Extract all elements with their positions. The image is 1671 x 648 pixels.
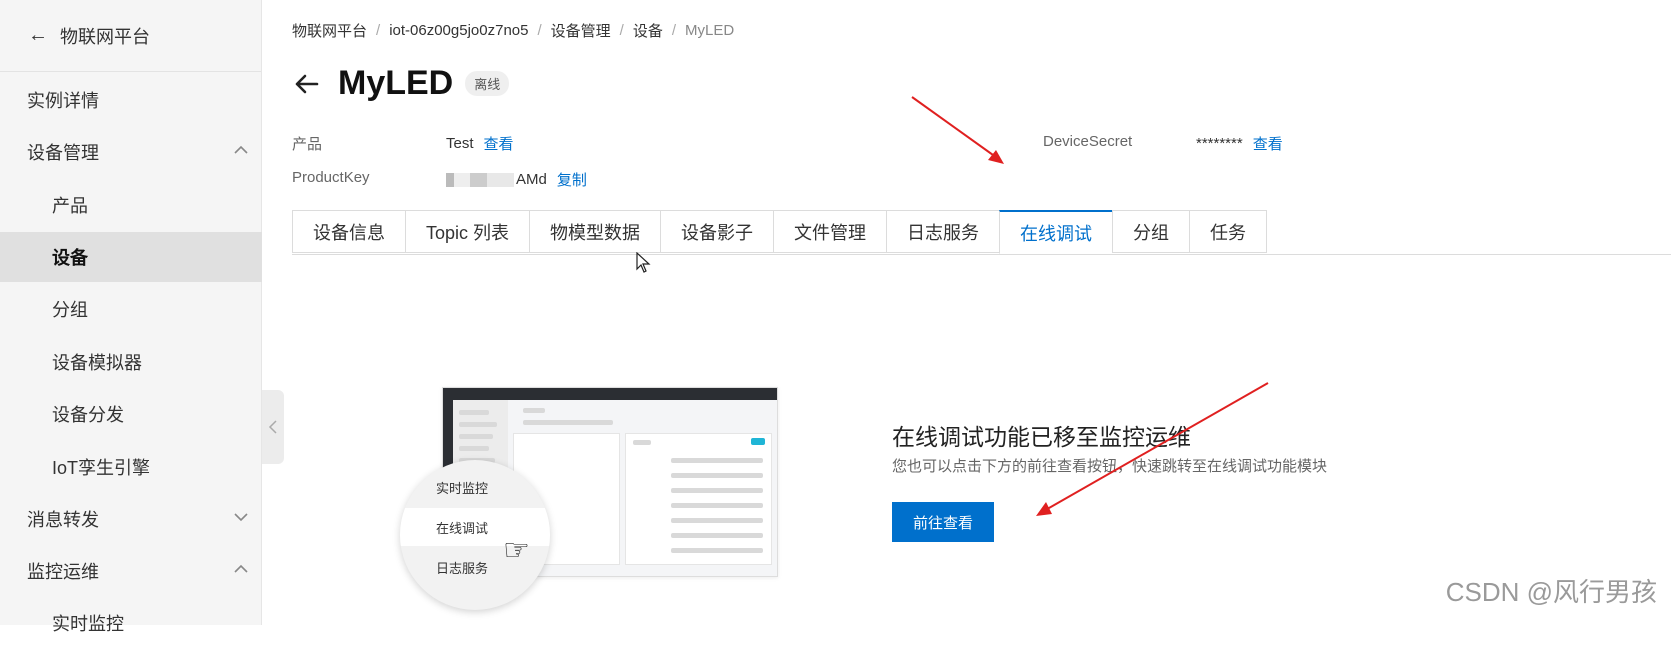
tab-online-debug[interactable]: 在线调试 [999, 210, 1113, 254]
redacted-mask [446, 172, 514, 187]
sidebar: ← 物联网平台 实例详情 设备管理 产品 设备 分组 设备模拟器 设备分发 Io… [0, 0, 262, 634]
product-value: Test [446, 135, 474, 152]
promo-subtitle: 您也可以点击下方的前往查看按钮，快速跳转至在线调试功能模块 [892, 458, 1328, 475]
tab-file-management[interactable]: 文件管理 [773, 210, 887, 253]
illustration-menu-item: 实时监控 [436, 480, 489, 496]
sidebar-item-devices[interactable]: 设备 [0, 232, 262, 282]
annotation-arrow-to-tab [911, 96, 1004, 164]
mouse-cursor-icon [636, 252, 651, 273]
tab-thing-model-data[interactable]: 物模型数据 [529, 210, 661, 253]
sidebar-item-label: 分组 [52, 300, 88, 320]
chevron-left-icon [268, 420, 277, 434]
sidebar-item-groups[interactable]: 分组 [0, 284, 262, 334]
chevron-up-icon [234, 564, 248, 573]
status-badge: 离线 [465, 71, 510, 96]
page-title: MyLED [338, 64, 454, 102]
tab-tasks[interactable]: 任务 [1189, 210, 1268, 253]
breadcrumb-item[interactable]: iot-06z00g5jo0z7no5 [389, 22, 528, 39]
breadcrumb-item[interactable]: 设备 [633, 20, 663, 41]
sidebar-collapse-toggle[interactable] [262, 390, 284, 464]
devicesecret-value: ******** [1196, 135, 1243, 152]
devicesecret-view-link[interactable]: 查看 [1253, 133, 1283, 154]
productkey-copy-link[interactable]: 复制 [557, 169, 587, 190]
breadcrumb-separator: / [376, 22, 381, 39]
sidebar-header-title: 物联网平台 [60, 26, 150, 47]
sidebar-item-label: 设备 [52, 248, 88, 268]
sidebar-item-iot-twin-engine[interactable]: IoT孪生引擎 [0, 442, 262, 492]
page-header: MyLED 离线 [292, 64, 510, 103]
chevron-down-icon [234, 513, 248, 522]
sidebar-item-label: 设备管理 [27, 143, 99, 163]
sidebar-item-label: 设备分发 [52, 405, 124, 425]
watermark: CSDN @风行男孩 [1445, 577, 1657, 607]
sidebar-item-device-simulator[interactable]: 设备模拟器 [0, 337, 262, 387]
breadcrumb-current: MyLED [685, 22, 735, 39]
breadcrumb-separator: / [537, 22, 542, 39]
sidebar-item-monitoring-ops[interactable]: 监控运维 [0, 546, 262, 596]
sidebar-header[interactable]: ← 物联网平台 [0, 0, 261, 72]
productkey-value: AMd [516, 171, 547, 188]
devicesecret-value-group: ******** 查看 [1196, 133, 1283, 154]
promo-title: 在线调试功能已移至监控运维 [892, 424, 1191, 450]
tab-groups[interactable]: 分组 [1112, 210, 1190, 253]
tab-device-shadow[interactable]: 设备影子 [660, 210, 774, 253]
sidebar-item-realtime-monitoring[interactable]: 实时监控 [0, 598, 262, 648]
chevron-up-icon [234, 145, 248, 154]
productkey-value-group: AMd 复制 [446, 169, 587, 190]
sidebar-item-label: 产品 [52, 196, 88, 216]
product-label: 产品 [292, 136, 323, 153]
feature-illustration: 实时监控 在线调试 日志服务 ☞ [400, 385, 780, 610]
product-value-group: Test 查看 [446, 133, 514, 154]
sidebar-item-label: 消息转发 [27, 510, 99, 530]
sidebar-item-products[interactable]: 产品 [0, 180, 262, 230]
sidebar-item-label: 实例详情 [27, 91, 99, 111]
tab-device-info[interactable]: 设备信息 [292, 210, 405, 253]
sidebar-item-device-distribution[interactable]: 设备分发 [0, 389, 262, 439]
product-view-link[interactable]: 查看 [484, 133, 514, 154]
pointer-hand-icon: ☞ [503, 534, 530, 567]
sidebar-item-label: 实时监控 [52, 614, 124, 634]
sidebar-item-instance-details[interactable]: 实例详情 [0, 75, 262, 125]
device-tabs: 设备信息 Topic 列表 物模型数据 设备影子 文件管理 日志服务 在线调试 … [292, 210, 1671, 255]
tab-log-service[interactable]: 日志服务 [886, 210, 1000, 253]
breadcrumb-item[interactable]: 物联网平台 [292, 20, 367, 41]
back-arrow-icon[interactable]: ← [28, 24, 48, 47]
devicesecret-label: DeviceSecret [1043, 133, 1133, 150]
sidebar-item-label: IoT孪生引擎 [52, 458, 151, 478]
breadcrumb-item[interactable]: 设备管理 [551, 20, 611, 41]
productkey-label: ProductKey [292, 169, 370, 186]
sidebar-item-label: 设备模拟器 [52, 353, 142, 373]
breadcrumb-separator: / [619, 22, 624, 39]
sidebar-item-label: 监控运维 [27, 562, 99, 582]
sidebar-item-device-management[interactable]: 设备管理 [0, 127, 262, 177]
breadcrumb-separator: / [671, 22, 677, 39]
back-arrow-icon[interactable] [292, 70, 320, 98]
tab-topic-list[interactable]: Topic 列表 [405, 210, 530, 253]
breadcrumb: 物联网平台 / iot-06z00g5jo0z7no5 / 设备管理 / 设备 / My… [292, 20, 734, 41]
go-view-button[interactable]: 前往查看 [892, 502, 994, 542]
sidebar-item-message-forwarding[interactable]: 消息转发 [0, 494, 262, 544]
